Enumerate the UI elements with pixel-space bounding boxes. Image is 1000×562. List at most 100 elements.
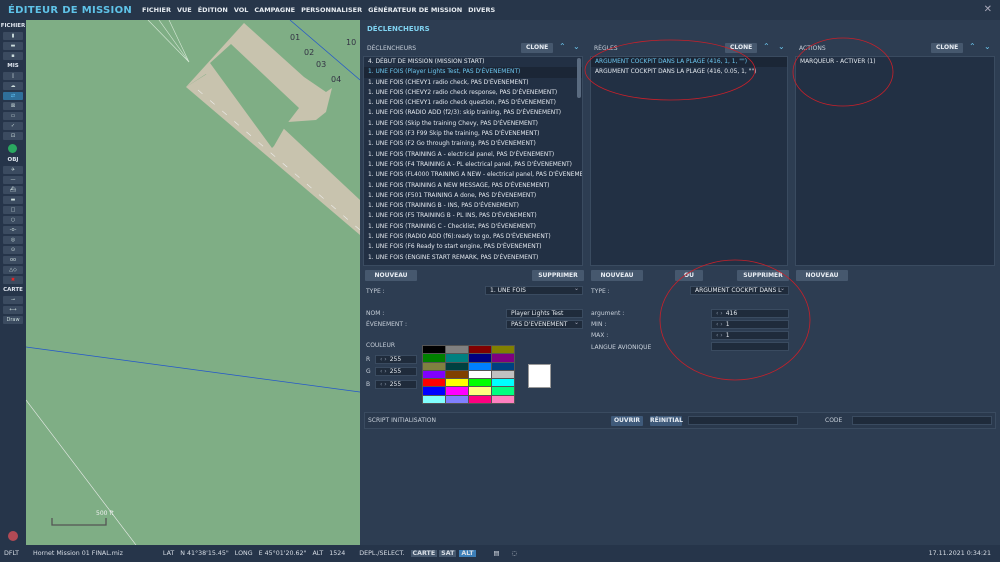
new-action-button[interactable]: NOUVEAU (796, 270, 848, 281)
list-item[interactable]: 1. UNE FOIS (F2 Go through training, PAS… (364, 139, 582, 149)
list-item[interactable]: MARQUEUR - ACTIVER (1) (796, 57, 994, 67)
color-swatch[interactable] (492, 387, 514, 395)
color-swatch[interactable] (492, 370, 514, 379)
color-swatch[interactable] (492, 395, 514, 404)
color-swatch[interactable] (423, 387, 445, 395)
r-stepper[interactable]: ‹ › 255 (375, 355, 417, 364)
color-swatch[interactable] (423, 362, 445, 370)
clone-trigger-button[interactable]: CLONE (521, 43, 554, 53)
move-up-icon[interactable]: ⌃ (763, 42, 770, 51)
g-stepper[interactable]: ‹ › 255 (375, 367, 417, 376)
delete-icon[interactable]: ✖ (3, 276, 23, 284)
argument-stepper[interactable]: ‹ › 416 (711, 309, 789, 318)
list-item[interactable]: 1. UNE FOIS (F5 TRAINING B - PL INS, PAS… (364, 211, 582, 221)
list-item[interactable]: 1. UNE FOIS (FL4000 TRAINING A NEW - ele… (364, 170, 582, 180)
color-swatch[interactable] (423, 346, 445, 354)
menu-edition[interactable]: ÉDITION (198, 6, 228, 14)
zone-icon[interactable]: ◎ (3, 236, 23, 244)
groups-icon[interactable]: ⊡ (3, 132, 23, 140)
list-item[interactable]: 1. UNE FOIS (CHEVY2 radio check response… (364, 88, 582, 98)
map-view[interactable]: 01 02 03 04 10 500 ft (26, 20, 360, 545)
ship-icon[interactable]: ⛴ (3, 186, 23, 194)
open-file-icon[interactable]: ▬ (3, 42, 23, 50)
new-file-icon[interactable]: ▮ (3, 32, 23, 40)
delete-rule-button[interactable]: SUPPRIMER (737, 270, 789, 281)
color-swatch[interactable] (446, 346, 468, 354)
max-stepper[interactable]: ‹ › 1 (711, 331, 789, 340)
color-swatch[interactable] (469, 354, 491, 362)
helicopter-icon[interactable]: — (3, 176, 23, 184)
color-swatch[interactable] (423, 379, 445, 387)
list-item[interactable]: 1. UNE FOIS (CHEVY1 radio check question… (364, 98, 582, 108)
menu-vol[interactable]: VOL (234, 6, 249, 14)
triggers-icon[interactable]: ⇄ (3, 92, 23, 100)
template-icon[interactable]: ○ (3, 216, 23, 224)
color-swatch[interactable] (423, 395, 445, 404)
menu-fichier[interactable]: FICHIER (142, 6, 171, 14)
clone-action-button[interactable]: CLONE (931, 43, 964, 53)
color-swatch[interactable] (492, 346, 514, 354)
list-item[interactable]: 1. UNE FOIS (F4 TRAINING A - PL electric… (364, 160, 582, 170)
save-file-icon[interactable]: ▪ (3, 52, 23, 60)
color-swatch[interactable] (469, 387, 491, 395)
list-item[interactable]: 1. UNE FOIS (F6 Ready to start engine, P… (364, 242, 582, 252)
list-item[interactable]: 1. UNE FOIS (TRAINING A - electrical pan… (364, 150, 582, 160)
exit-icon[interactable] (8, 531, 18, 541)
delete-trigger-button[interactable]: SUPPRIMER (532, 270, 584, 281)
list-item[interactable]: 1. UNE FOIS (RADIO ADD (f2/3): skip trai… (364, 108, 582, 118)
arrow-up-icon[interactable] (8, 144, 17, 153)
map-carte-button[interactable]: CARTE (410, 550, 438, 557)
map-sat-button[interactable]: SAT (439, 550, 457, 557)
goals-icon[interactable]: ▭ (3, 112, 23, 120)
list-item[interactable]: 1. UNE FOIS (F3 F99 Skip the training, P… (364, 129, 582, 139)
rules-list[interactable]: ARGUMENT COCKPIT DANS LA PLAGE (416, 1, … (590, 56, 788, 266)
menu-personnaliser[interactable]: PERSONNALISER (301, 6, 362, 14)
color-swatch[interactable] (446, 387, 468, 395)
key-icon[interactable]: ⊸ (3, 296, 23, 304)
menu-generateur[interactable]: GÉNÉRATEUR DE MISSION (368, 6, 462, 14)
move-down-icon[interactable]: ⌄ (573, 42, 580, 51)
list-item[interactable]: 1. UNE FOIS (F501 TRAINING A done, PAS D… (364, 191, 582, 201)
list-item[interactable]: 1. UNE FOIS (ENGINE START REMARK, PAS D'… (364, 253, 582, 263)
color-swatch[interactable] (423, 354, 445, 362)
reset-button[interactable]: RÉINITIAL (650, 416, 683, 426)
menu-divers[interactable]: DIVERS (468, 6, 495, 14)
open-button[interactable]: OUVRIR (611, 416, 643, 426)
color-swatch[interactable] (469, 395, 491, 404)
color-swatch[interactable] (492, 379, 514, 387)
chain-icon[interactable]: oo (3, 256, 23, 264)
vehicle-icon[interactable]: ▬ (3, 196, 23, 204)
avionics-language-input[interactable] (711, 342, 789, 351)
color-swatch[interactable] (446, 370, 468, 379)
circle-icon[interactable]: ⊙ (3, 246, 23, 254)
rule-type-select[interactable]: ARGUMENT COCKPIT DANS L (690, 286, 789, 295)
color-swatch[interactable] (469, 362, 491, 370)
shapes-icon[interactable]: △◇ (3, 266, 23, 274)
min-stepper[interactable]: ‹ › 1 (711, 320, 789, 329)
resource-icon[interactable]: ⊠ (3, 102, 23, 110)
menu-vue[interactable]: VUE (177, 6, 192, 14)
list-item[interactable]: 1. UNE FOIS (RADIO ADD (f6):ready to go,… (364, 232, 582, 242)
new-rule-button[interactable]: NOUVEAU (591, 270, 643, 281)
color-swatch[interactable] (446, 379, 468, 387)
draw-button[interactable]: Draw (3, 316, 23, 324)
name-input[interactable]: Player Lights Test (506, 309, 583, 318)
actions-list[interactable]: MARQUEUR - ACTIVER (1) (795, 56, 995, 266)
color-swatch[interactable] (469, 379, 491, 387)
event-select[interactable]: PAS D'ÉVENEMENT (506, 320, 583, 329)
scrollbar[interactable] (577, 58, 581, 98)
code-input[interactable] (852, 416, 992, 425)
plane-icon[interactable]: ✈ (3, 166, 23, 174)
move-up-icon[interactable]: ⌃ (969, 42, 976, 51)
clone-rule-button[interactable]: CLONE (725, 43, 758, 53)
color-swatch[interactable] (446, 395, 468, 404)
list-item[interactable]: ARGUMENT COCKPIT DANS LA PLAGE (416, 1, … (591, 57, 787, 68)
init-script-input[interactable] (688, 416, 798, 425)
map-alt-button[interactable]: ALT (459, 550, 476, 557)
color-swatch[interactable] (469, 346, 491, 354)
color-swatch[interactable] (446, 354, 468, 362)
move-down-icon[interactable]: ⌄ (778, 42, 785, 51)
list-item[interactable]: 1. UNE FOIS (TRAINING A NEW MESSAGE, PAS… (364, 181, 582, 191)
list-item[interactable]: 1. UNE FOIS (CHEVY1 radio check, PAS D'É… (364, 78, 582, 88)
triggers-list[interactable]: 4. DÉBUT DE MISSION (MISSION START) 1. UN… (363, 56, 583, 266)
